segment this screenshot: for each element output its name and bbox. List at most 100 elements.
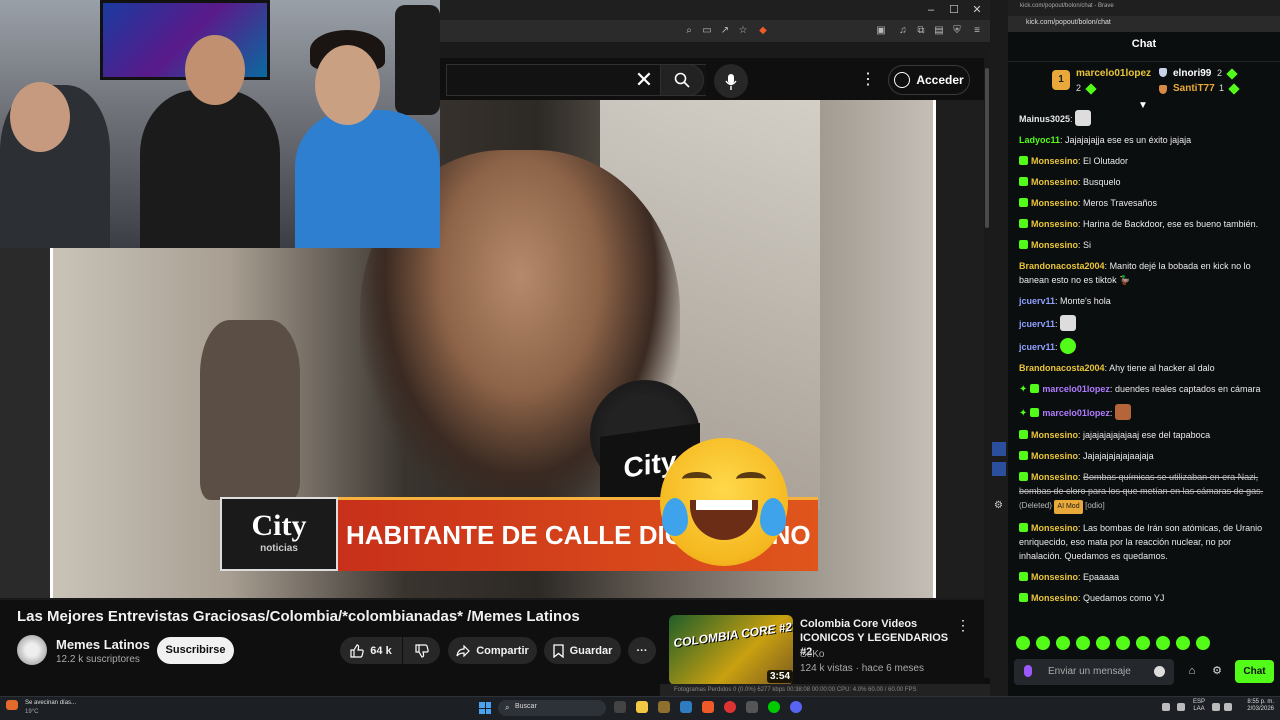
share-page-icon[interactable]: ↗ (718, 24, 732, 38)
chat-username[interactable]: Monsesino (1031, 523, 1078, 533)
chat-username[interactable]: Brandonacosta2004 (1019, 261, 1105, 271)
quick-emote-icon[interactable] (1036, 636, 1050, 650)
chat-username[interactable]: Ladyoc11 (1019, 135, 1060, 145)
tray-chevron-icon[interactable] (1162, 703, 1170, 711)
wallet-icon[interactable]: ▤ (932, 24, 946, 38)
microphone-icon[interactable] (1024, 665, 1032, 677)
more-options-icon[interactable]: ⋮ (858, 68, 878, 92)
menu-icon[interactable]: ≡ (970, 24, 984, 38)
extensions-icon[interactable]: ⧉ (914, 24, 928, 38)
emoji-picker-icon[interactable] (1154, 666, 1165, 677)
chat-message-list[interactable]: Mainus3025: Ladyoc11: Jajajajajja ese es… (1008, 108, 1276, 628)
vpn-icon[interactable]: ⛨ (950, 24, 964, 38)
maximize-button[interactable]: ☐ (943, 2, 965, 18)
chat-username[interactable]: Monsesino (1031, 198, 1078, 208)
chat-username[interactable]: Monsesino (1031, 593, 1078, 603)
quick-emote-icon[interactable] (1136, 636, 1150, 650)
leaderboard-user[interactable]: SantiT77 (1173, 83, 1215, 94)
chat-message[interactable]: Monsesino: jajajajajajajaaj ese del tapa… (1019, 428, 1266, 442)
minimize-button[interactable]: – (920, 2, 942, 18)
app-icon[interactable] (768, 701, 780, 713)
bookmark-icon[interactable]: ☆ (736, 24, 750, 38)
keyboard-language[interactable]: ESP LAA (1193, 699, 1205, 713)
subscribe-button[interactable]: Suscribirse (157, 637, 234, 664)
quick-emote-icon[interactable] (1076, 636, 1090, 650)
chat-message[interactable]: jcuerv11: (1019, 338, 1266, 354)
chat-username[interactable]: Monsesino (1031, 472, 1078, 482)
chat-username[interactable]: Mainus3025 (1019, 114, 1070, 124)
clock[interactable]: 8:55 p. m. 2/03/2026 (1240, 699, 1274, 713)
chat-username[interactable]: Monsesino (1031, 572, 1078, 582)
steam-icon[interactable] (680, 701, 692, 713)
recommendation-menu-icon[interactable]: ⋮ (956, 617, 970, 635)
quick-emote-icon[interactable] (1176, 636, 1190, 650)
leaderboard-user[interactable]: marcelo01lopez (1076, 68, 1151, 79)
media-icon[interactable]: ♫ (896, 24, 910, 38)
discord-icon[interactable] (790, 701, 802, 713)
search-button[interactable] (660, 64, 704, 96)
brave-icon[interactable] (702, 701, 714, 713)
clear-search-icon[interactable]: ✕ (630, 66, 658, 94)
chat-username[interactable]: Monsesino (1031, 177, 1078, 187)
chat-message[interactable]: Monsesino: Jajajajajajajaajaja (1019, 449, 1266, 463)
chat-message[interactable]: Mainus3025: (1019, 110, 1266, 126)
gear-icon[interactable]: ⚙ (994, 500, 1003, 511)
chat-username[interactable]: jcuerv11 (1019, 319, 1055, 329)
chat-message[interactable]: Monsesino: Si (1019, 238, 1266, 252)
channel-avatar[interactable] (17, 635, 47, 665)
weather-icon[interactable] (6, 700, 18, 710)
volume-icon[interactable] (1224, 703, 1232, 711)
quick-emote-icon[interactable] (1016, 636, 1030, 650)
chat-username[interactable]: jcuerv11 (1019, 342, 1055, 352)
quick-emote-icon[interactable] (1056, 636, 1070, 650)
app-icon[interactable] (658, 701, 670, 713)
chat-message[interactable]: Monsesino: El Olutador (1019, 154, 1266, 168)
chat-message[interactable]: Monsesino: Meros Travesaños (1019, 196, 1266, 210)
chat-message[interactable]: Monsesino: Bombas químicas se utilizaban… (1019, 470, 1266, 514)
chat-message[interactable]: Monsesino: Harina de Backdoor, ese es bu… (1019, 217, 1266, 231)
voice-search-button[interactable] (714, 64, 748, 98)
zoom-icon[interactable]: ⌕ (682, 24, 696, 38)
quick-emote-icon[interactable] (1096, 636, 1110, 650)
channel-name[interactable]: Memes Latinos (56, 637, 150, 652)
settings-gear-icon[interactable]: ⚙ (1211, 665, 1223, 677)
screen-icon[interactable]: ▭ (700, 24, 714, 38)
quick-emote-icon[interactable] (1116, 636, 1130, 650)
chat-message[interactable]: Monsesino: Busquelo (1019, 175, 1266, 189)
obs-scene-block[interactable] (992, 442, 1006, 456)
like-button[interactable]: 64 k (340, 637, 402, 664)
share-button[interactable]: Compartir (448, 637, 537, 664)
obs-scene-block[interactable] (992, 462, 1006, 476)
quick-emote-icon[interactable] (1196, 636, 1210, 650)
wifi-icon[interactable] (1212, 703, 1220, 711)
send-chat-button[interactable]: Chat (1235, 660, 1274, 683)
url-text[interactable]: kick.com/popout/bolon/chat (1026, 19, 1111, 26)
save-button[interactable]: Guardar (544, 637, 621, 664)
dislike-button[interactable] (403, 637, 440, 664)
windows-start-icon[interactable] (479, 702, 491, 714)
chat-message[interactable]: ✦ marcelo01lopez: (1019, 404, 1266, 421)
task-view-icon[interactable] (614, 701, 626, 713)
chat-username[interactable]: Monsesino (1031, 156, 1078, 166)
file-explorer-icon[interactable] (636, 701, 648, 713)
more-actions-button[interactable]: ··· (628, 637, 656, 664)
quick-emote-icon[interactable] (1156, 636, 1170, 650)
chat-username[interactable]: jcuerv11 (1019, 296, 1055, 306)
chat-message[interactable]: Brandonacosta2004: Manito dejé la bobada… (1019, 259, 1266, 287)
chat-input-placeholder[interactable]: Enviar un mensaje (1048, 666, 1131, 677)
chat-message[interactable]: Monsesino: Las bombas de Irán son atómic… (1019, 521, 1266, 563)
signin-button[interactable]: Acceder (888, 65, 970, 95)
chat-message[interactable]: Brandonacosta2004: Ahy tiene al hacker a… (1019, 361, 1266, 375)
chat-message[interactable]: Ladyoc11: Jajajajajja ese es un éxito ja… (1019, 133, 1266, 147)
gift-icon[interactable]: ⌂ (1186, 665, 1198, 677)
chat-username[interactable]: marcelo01lopez (1042, 384, 1110, 394)
chat-message[interactable]: jcuerv11: (1019, 315, 1266, 331)
chat-username[interactable]: Monsesino (1031, 451, 1078, 461)
chat-message[interactable]: Monsesino: Quedamos como YJ (1019, 591, 1266, 605)
chat-username[interactable]: Monsesino (1031, 240, 1078, 250)
weather-title[interactable]: Se avecinan días... (25, 700, 76, 706)
sidebar-icon[interactable]: ▣ (874, 24, 888, 38)
chat-message[interactable]: Monsesino: Epaaaaa (1019, 570, 1266, 584)
app-icon[interactable] (746, 701, 758, 713)
recommendation-channel[interactable]: SeKo (800, 649, 824, 660)
